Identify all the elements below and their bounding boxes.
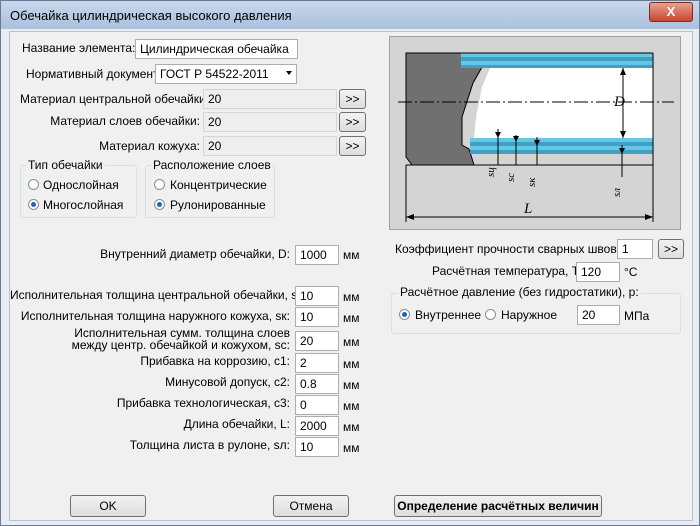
- param-label: Прибавка на коррозию, c1:: [140, 354, 290, 368]
- layers-concentric-radio[interactable]: [154, 179, 165, 190]
- param-input[interactable]: 10: [295, 286, 339, 306]
- dialog-body: Название элемента: Цилиндрическая обечай…: [9, 31, 693, 521]
- weld-coef-button[interactable]: >>: [658, 239, 684, 259]
- material-layers-label: Материал слоев обечайки:: [50, 114, 200, 128]
- pressure-internal-radio[interactable]: [399, 309, 410, 320]
- close-button[interactable]: X: [649, 2, 693, 22]
- shell-type-multi-radio[interactable]: [28, 199, 39, 210]
- shell-type-single-label[interactable]: Однослойная: [43, 178, 119, 192]
- pressure-input[interactable]: 20: [577, 305, 620, 325]
- title-bar[interactable]: Обечайка цилиндрическая высокого давлени…: [1, 1, 699, 29]
- inner-layer: [470, 146, 653, 150]
- inner-diameter-unit: мм: [343, 248, 360, 262]
- pressure-external-radio[interactable]: [485, 309, 496, 320]
- param-input[interactable]: 2: [295, 353, 339, 373]
- shell-type-single-radio[interactable]: [28, 179, 39, 190]
- param-input[interactable]: 20: [295, 331, 339, 351]
- inner-layer: [470, 138, 653, 142]
- param-input[interactable]: 10: [295, 307, 339, 327]
- shell-type-title: Тип обечайки: [26, 158, 105, 172]
- param-unit: мм: [343, 420, 360, 434]
- param-input[interactable]: 0.8: [295, 374, 339, 394]
- param-label: Длина обечайки, L:: [183, 417, 290, 431]
- material-layers-field: 20: [203, 112, 337, 132]
- material-casing-field: 20: [203, 136, 337, 156]
- layers-concentric-label[interactable]: Концентрические: [170, 178, 267, 192]
- weld-coef-input[interactable]: 1: [617, 239, 653, 259]
- param-input[interactable]: 10: [295, 437, 339, 457]
- inner-layer: [470, 142, 653, 146]
- inner-cavity: [474, 68, 653, 138]
- param-input[interactable]: 2000: [295, 416, 339, 436]
- param-label-line2: между центр. обечайкой и кожухом, sс:: [71, 338, 290, 352]
- inner-diameter-label: Внутренний диаметр обечайки, D:: [100, 247, 290, 261]
- layers-rolled-radio[interactable]: [154, 199, 165, 210]
- outer-layer: [461, 57, 653, 61]
- material-central-label: Материал центральной обечайки:: [20, 92, 210, 106]
- outer-layer: [461, 53, 653, 57]
- diameter-label: D: [613, 94, 625, 110]
- param-unit: мм: [343, 335, 360, 349]
- param-unit: мм: [343, 311, 360, 325]
- ok-button[interactable]: OK: [70, 495, 146, 517]
- window-title: Обечайка цилиндрическая высокого давлени…: [10, 8, 292, 23]
- temperature-unit: °C: [624, 265, 638, 279]
- pressure-unit: МПа: [624, 309, 650, 323]
- pressure-title: Расчётное давление (без гидростатики), p…: [398, 285, 641, 299]
- shell-diagram: D L sц sс sк sл: [390, 37, 680, 229]
- material-central-field: 20: [203, 89, 337, 109]
- weld-coef-label: Коэффициент прочности сварных швов, Fi:: [395, 242, 637, 256]
- length-label: L: [523, 201, 532, 217]
- s-l-label: sл: [611, 188, 623, 197]
- norm-doc-select[interactable]: ГОСТ Р 54522-2011: [155, 64, 297, 84]
- param-unit: мм: [343, 290, 360, 304]
- outer-layer: [461, 65, 653, 68]
- compute-button[interactable]: Определение расчётных величин: [394, 495, 602, 517]
- param-label: Прибавка технологическая, c3:: [116, 396, 290, 410]
- s-k-label: sк: [526, 177, 538, 187]
- material-casing-label: Материал кожуха:: [99, 139, 200, 153]
- material-layers-button[interactable]: >>: [339, 112, 366, 132]
- param-label: Исполнительная толщина наружного кожуха,…: [20, 309, 290, 323]
- param-unit: мм: [343, 399, 360, 413]
- norm-doc-label: Нормативный документ:: [26, 67, 162, 81]
- param-unit: мм: [343, 378, 360, 392]
- material-casing-button[interactable]: >>: [339, 136, 366, 156]
- shell-drawing: D L sц sс sк sл: [389, 36, 681, 230]
- material-central-button[interactable]: >>: [339, 89, 366, 109]
- element-name-label: Название элемента:: [22, 41, 136, 55]
- layers-rolled-label[interactable]: Рулонированные: [170, 198, 266, 212]
- shell-type-multi-label[interactable]: Многослойная: [43, 198, 123, 212]
- param-unit: мм: [343, 441, 360, 455]
- s-c-label: sц: [485, 167, 497, 177]
- norm-doc-value: ГОСТ Р 54522-2011: [160, 67, 269, 81]
- cancel-button[interactable]: Отмена: [273, 495, 349, 517]
- inner-diameter-input[interactable]: 1000: [295, 245, 339, 265]
- param-label: Толщина листа в рулоне, sл:: [129, 438, 290, 452]
- temperature-input[interactable]: 120: [576, 262, 620, 282]
- outer-layer: [461, 61, 653, 65]
- dialog-window: Обечайка цилиндрическая высокого давлени…: [0, 0, 700, 526]
- chevron-down-icon: [286, 71, 292, 75]
- element-name-input[interactable]: Цилиндрическая обечайка: [135, 39, 298, 59]
- pressure-external-label[interactable]: Наружное: [501, 308, 557, 322]
- temperature-label: Расчётная температура, T:: [432, 264, 582, 278]
- pressure-internal-label[interactable]: Внутреннее: [415, 308, 481, 322]
- param-label: Исполнительная толщина центральной обеча…: [10, 288, 308, 302]
- param-input[interactable]: 0: [295, 395, 339, 415]
- inner-layer: [470, 150, 653, 154]
- s-s-label: sс: [505, 173, 517, 182]
- param-label: Минусовой допуск, c2:: [165, 375, 290, 389]
- layers-arrangement-title: Расположение слоев: [151, 158, 273, 172]
- param-unit: мм: [343, 357, 360, 371]
